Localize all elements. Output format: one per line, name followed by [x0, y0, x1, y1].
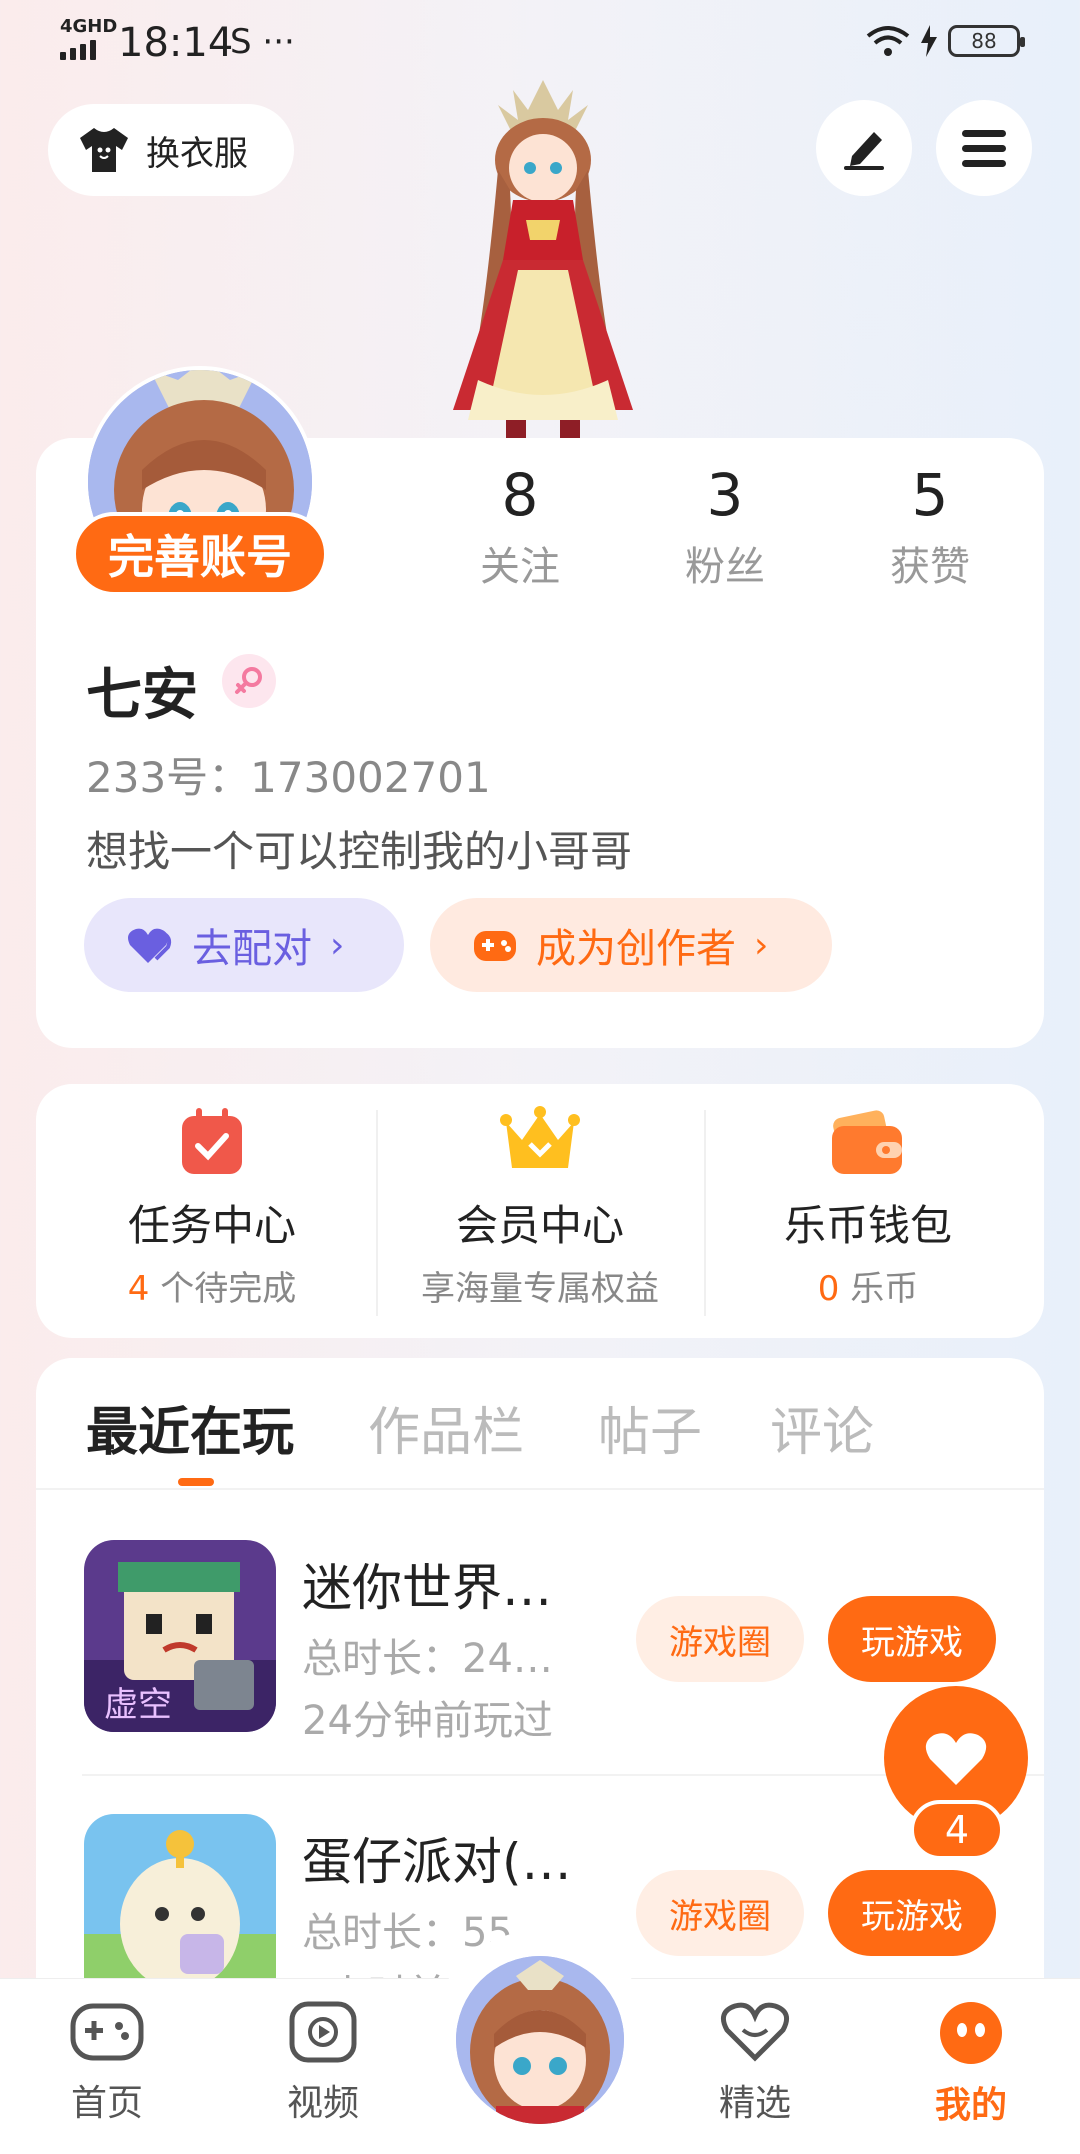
nav-mine[interactable]: 我的 — [896, 2000, 1046, 2128]
gamepad-icon — [474, 931, 516, 961]
nav-featured-label: 精选 — [718, 2083, 791, 2124]
crown-icon — [500, 1106, 580, 1168]
stat-likes-label: 获赞 — [890, 544, 970, 590]
become-creator-label: 成为创作者 — [536, 926, 736, 972]
tab-works[interactable]: 作品栏 — [368, 1390, 524, 1465]
network-type: 4GHD — [60, 16, 118, 37]
member-center[interactable]: 会员中心 享海量专属权益 — [380, 1100, 700, 1310]
task-center-subtitle: 4 个待完成 — [127, 1269, 297, 1309]
stat-followers-value: 3 — [706, 461, 744, 529]
nav-home-label: 首页 — [70, 2083, 143, 2124]
tab-divider — [36, 1488, 1044, 1490]
status-bar: 4GHD 18:14 S ··· 88 — [0, 0, 1080, 86]
match-label: 去配对 — [192, 926, 312, 972]
wallet-subtitle: 0 乐币 — [817, 1269, 919, 1309]
stat-following-label: 关注 — [480, 544, 560, 590]
game-title[interactable]: 蛋仔派对(… — [302, 1822, 572, 1894]
menu-button[interactable] — [936, 100, 1032, 196]
svg-text:虚空: 虚空 — [104, 1685, 172, 1725]
nav-avatar-button[interactable] — [456, 1956, 624, 2124]
change-outfit-label: 换衣服 — [146, 133, 248, 174]
heart-icon — [128, 928, 172, 963]
stat-followers-label: 粉丝 — [685, 544, 765, 590]
nav-mine-label: 我的 — [934, 2085, 1007, 2126]
tshirt-icon — [80, 128, 128, 172]
calendar-check-icon — [182, 1108, 242, 1174]
battery-icon: 88 — [948, 25, 1025, 57]
gamepad-icon — [70, 2003, 144, 2061]
status-extra-icons: S ··· — [230, 22, 295, 62]
tab-indicator — [178, 1478, 214, 1486]
signal-icon — [60, 40, 96, 60]
clock: 18:14 — [118, 20, 234, 66]
game-last-played: 24分钟前玩过 — [302, 1698, 553, 1744]
become-creator-button[interactable]: 成为创作者 › — [430, 898, 832, 992]
wallet-title: 乐币钱包 — [783, 1201, 952, 1250]
game-duration: 总时长：24… — [302, 1636, 553, 1682]
game-title[interactable]: 迷你世界… — [302, 1548, 552, 1620]
member-center-subtitle: 享海量专属权益 — [421, 1269, 659, 1309]
character-figure[interactable] — [418, 80, 668, 440]
pen-icon — [844, 132, 884, 170]
game-circle-button[interactable]: 游戏圈 — [636, 1870, 804, 1956]
game-icon-mini-world[interactable]: 虚空 — [84, 1540, 276, 1732]
play-video-icon — [289, 2001, 357, 2063]
nav-video[interactable]: 视频 — [248, 2000, 398, 2126]
play-game-button[interactable]: 玩游戏 — [828, 1596, 996, 1682]
bio: 想找一个可以控制我的小哥哥 — [86, 827, 633, 876]
member-center-title: 会员中心 — [455, 1201, 624, 1250]
wallet-icon — [832, 1110, 902, 1174]
nickname: 七安 — [86, 663, 198, 728]
tab-comments[interactable]: 评论 — [770, 1390, 874, 1465]
nav-home[interactable]: 首页 — [32, 2000, 182, 2126]
female-icon — [222, 654, 276, 708]
change-outfit-button[interactable]: 换衣服 — [48, 104, 294, 196]
user-id: 233号：173002701 — [86, 753, 491, 802]
menu-icon — [962, 130, 1006, 167]
stat-likes[interactable]: 5 获赞 — [850, 460, 1010, 592]
charging-icon — [921, 25, 937, 57]
tab-posts[interactable]: 帖子 — [598, 1390, 702, 1465]
wallet[interactable]: 乐币钱包 0 乐币 — [708, 1100, 1028, 1310]
tab-recent[interactable]: 最近在玩 — [86, 1390, 294, 1465]
task-center[interactable]: 任务中心 4 个待完成 — [52, 1100, 372, 1310]
heart-icon — [925, 1733, 987, 1785]
chevron-right-icon: › — [754, 924, 769, 966]
stat-likes-value: 5 — [911, 461, 949, 529]
task-center-title: 任务中心 — [127, 1201, 296, 1250]
chevron-right-icon: › — [330, 924, 345, 966]
stat-followers[interactable]: 3 粉丝 — [645, 460, 805, 592]
wifi-icon — [866, 26, 910, 56]
status-right: 88 — [866, 24, 1025, 58]
complete-account-button[interactable]: 完善账号 — [72, 512, 328, 596]
edit-profile-button[interactable] — [816, 100, 912, 196]
play-game-button[interactable]: 玩游戏 — [828, 1870, 996, 1956]
divider — [704, 1110, 706, 1316]
like-count: 4 — [910, 1800, 1004, 1860]
match-button[interactable]: 去配对 › — [84, 898, 404, 992]
face-icon — [940, 2002, 1002, 2064]
game-circle-button[interactable]: 游戏圈 — [636, 1596, 804, 1682]
nav-featured[interactable]: 精选 — [680, 2000, 830, 2126]
nav-video-label: 视频 — [286, 2083, 359, 2124]
divider — [376, 1110, 378, 1316]
stat-following-value: 8 — [501, 461, 539, 529]
stat-following[interactable]: 8 关注 — [440, 460, 600, 592]
heart-chat-icon — [720, 2002, 790, 2062]
